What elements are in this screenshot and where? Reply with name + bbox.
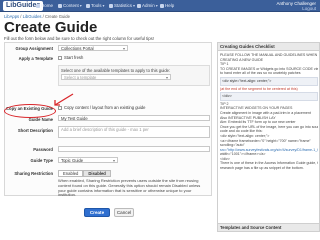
template-select[interactable]: Select a template (61, 74, 171, 80)
checklist-line: PLEASE FOLLOW THE MANUAL AND GUIDELINES … (220, 53, 318, 57)
chevron-down-icon: ▾ (79, 3, 82, 8)
home-icon (36, 4, 40, 8)
checklist-footer[interactable]: Templates and Source Content (218, 223, 319, 231)
checklist-title: Creating Guides Checklist (218, 43, 319, 51)
nav-home[interactable]: Home (36, 2, 53, 10)
short-description-input[interactable]: Add a brief description of this guide - … (58, 126, 210, 138)
create-guide-button[interactable]: Create Guide (84, 208, 110, 222)
sharing-restriction-description: When enabled, Sharing Restriction preven… (58, 178, 201, 198)
group-assignment-select[interactable]: Collections Portal (58, 45, 128, 51)
copy-guide-text: Copy content / layout from an existing g… (64, 105, 146, 110)
chevron-down-icon: ▾ (155, 3, 158, 8)
checklist-line: research page has a file up as snippet o… (220, 166, 304, 171)
cancel-button[interactable]: Cancel (114, 208, 134, 217)
password-input[interactable] (58, 146, 210, 152)
template-hint: Select one of the available templates to… (61, 68, 171, 73)
nav-help[interactable]: Help (160, 2, 174, 10)
user-menu[interactable]: Anthony Challenger Logout (276, 1, 316, 11)
nav-help-label: Help (165, 3, 175, 8)
annotation-arrow-icon (54, 93, 74, 106)
nav-tools[interactable]: Tools ▾ (86, 2, 105, 10)
nav-tools-label: Tools (91, 3, 102, 8)
nav-admin[interactable]: Admin ▾ (137, 2, 158, 10)
nav-home-label: Home (41, 3, 54, 8)
nav-content-label: Content (63, 3, 79, 8)
nav-admin-label: Admin (142, 3, 155, 8)
chevron-down-icon: ▾ (133, 3, 136, 8)
guide-type-label: Guide Type (30, 158, 54, 163)
sharing-restriction-toggle: Enabled Disabled (58, 170, 111, 177)
tools-icon (86, 4, 90, 8)
nav-statistics-label: Statistics (114, 3, 133, 8)
top-nav-bar: LibGuides Home Content ▾ Tools ▾ Statist… (0, 0, 320, 12)
nav-statistics[interactable]: Statistics ▾ (109, 2, 135, 10)
template-selector-box: Select one of the available templates to… (58, 65, 210, 86)
annotation-circle (4, 104, 56, 118)
page-intro: Fill out the form below and be sure to c… (4, 36, 154, 41)
checklist-line: Create alignment in image with a pad-tri… (220, 110, 311, 115)
checklist-code: </div> (220, 92, 318, 101)
group-assignment-label: Group Assignment (15, 46, 53, 51)
password-label: Password (33, 147, 53, 152)
sharing-restriction-label: Sharing Restriction (14, 171, 53, 176)
start-fresh-text: Start fresh (64, 55, 84, 60)
short-description-label: Short Description (17, 128, 53, 133)
start-fresh-option[interactable]: Start fresh (58, 55, 83, 60)
chevron-down-icon: ▾ (102, 3, 105, 8)
content-icon (58, 4, 62, 8)
logout-link[interactable]: Logout (276, 6, 316, 11)
page-title: Create Guide (4, 19, 98, 36)
checklist-line: (at the end of the segment to be centere… (220, 86, 298, 91)
checklist-code: <div style="text-align: center;"> (220, 76, 318, 86)
statistics-icon (109, 4, 113, 8)
sharing-enabled-button[interactable]: Enabled (58, 170, 84, 177)
nav-content[interactable]: Content ▾ (58, 2, 82, 10)
guide-name-input[interactable]: My Test Guide (58, 115, 210, 121)
admin-icon (137, 4, 141, 8)
sharing-disabled-button[interactable]: Disabled (83, 170, 111, 177)
checklist-line: to hand enter all of the css so no unwie… (220, 71, 301, 76)
checklist-body: PLEASE FOLLOW THE MANUAL AND GUIDELINES … (220, 53, 318, 171)
guide-checklist-panel: Creating Guides Checklist PLEASE FOLLOW … (217, 42, 320, 232)
apply-template-label: Apply a Template (18, 56, 53, 61)
guide-type-select[interactable]: Topic Guide (58, 157, 118, 163)
start-fresh-checkbox[interactable] (58, 55, 62, 60)
help-icon (160, 4, 164, 8)
create-guide-form: Group Assignment Collections Portal Appl… (4, 42, 212, 198)
